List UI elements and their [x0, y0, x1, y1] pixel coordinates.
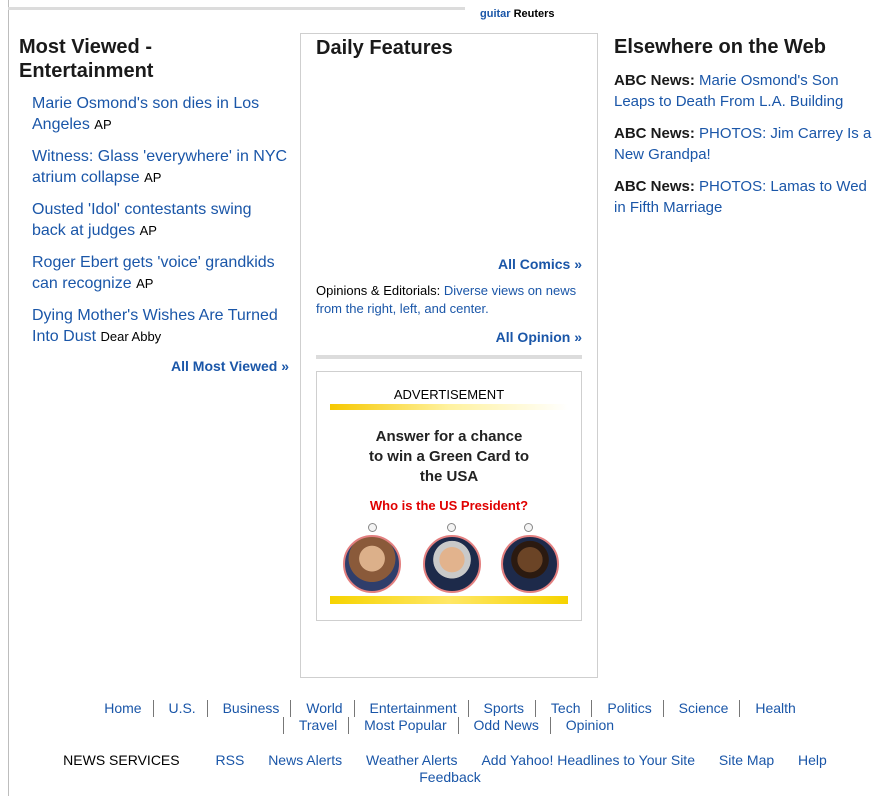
service-link-help[interactable]: Help [798, 752, 827, 768]
divider [662, 700, 664, 717]
footer-link-world[interactable]: World [299, 700, 349, 716]
divider [282, 717, 284, 734]
divider [467, 700, 469, 717]
footer-link-tech[interactable]: Tech [544, 700, 588, 716]
news-services: NEWS SERVICES RSS News Alerts Weather Al… [20, 752, 880, 786]
footer-nav: Home U.S. Business World Entertainment S… [20, 700, 880, 734]
ad-bottom-bar [330, 596, 568, 604]
section-divider [316, 355, 582, 359]
ad-radio-option-3[interactable] [524, 523, 533, 532]
divider [457, 717, 459, 734]
top-reference: guitar Reuters [480, 8, 555, 20]
all-opinion-link[interactable]: All Opinion » [496, 329, 582, 345]
service-link-news-alerts[interactable]: News Alerts [268, 752, 342, 768]
most-viewed-list: Marie Osmond's son dies in Los Angeles A… [32, 93, 289, 347]
service-link-site-map[interactable]: Site Map [719, 752, 774, 768]
service-link-feedback[interactable]: Feedback [419, 769, 480, 785]
ad-radio-option-2[interactable] [447, 523, 456, 532]
list-item: Marie Osmond's son dies in Los Angeles A… [32, 93, 289, 135]
footer-link-sports[interactable]: Sports [477, 700, 531, 716]
daily-features-title: Daily Features [316, 37, 453, 59]
list-item: Dying Mother's Wishes Are Turned Into Du… [32, 305, 289, 347]
all-most-viewed-link[interactable]: All Most Viewed » [171, 358, 289, 374]
footer-link-travel[interactable]: Travel [292, 717, 344, 733]
story-source: AP [139, 223, 157, 238]
opinion-blurb: Opinions & Editorials: Diverse views on … [316, 282, 582, 318]
story-link[interactable]: Marie Osmond's son dies in Los Angeles [32, 95, 259, 133]
ew-source: ABC News: [614, 72, 695, 89]
list-item: ABC News: PHOTOS: Lamas to Wed in Fifth … [614, 176, 880, 218]
divider [739, 700, 741, 717]
elsewhere-title: Elsewhere on the Web [614, 36, 826, 58]
advertisement-box[interactable]: ADVERTISEMENT Answer for a chance to win… [316, 371, 582, 621]
divider [290, 700, 292, 717]
ad-photo-1[interactable] [343, 535, 401, 593]
most-viewed-section: Most Viewed - Entertainment Marie Osmond… [19, 35, 289, 374]
list-item: Roger Ebert gets 'voice' grandkids can r… [32, 252, 289, 294]
divider [549, 717, 551, 734]
ad-top-bar [330, 404, 568, 410]
daily-features-section: Daily Features All Comics » Opinions & E… [300, 33, 598, 678]
story-source: AP [144, 170, 162, 185]
top-link[interactable]: guitar [480, 8, 511, 20]
list-item: ABC News: Marie Osmond's Son Leaps to De… [614, 70, 880, 112]
top-source: Reuters [513, 8, 555, 20]
top-divider [8, 7, 465, 10]
story-source: AP [136, 276, 154, 291]
footer-link-entertainment[interactable]: Entertainment [362, 700, 463, 716]
ad-photo-3[interactable] [501, 535, 559, 593]
list-item: Witness: Glass 'everywhere' in NYC atriu… [32, 146, 289, 188]
footer-link-health[interactable]: Health [748, 700, 802, 716]
service-link-weather-alerts[interactable]: Weather Alerts [366, 752, 458, 768]
divider [348, 717, 350, 734]
divider [535, 700, 537, 717]
ew-source: ABC News: [614, 125, 695, 142]
list-item: Ousted 'Idol' contestants swing back at … [32, 199, 289, 241]
ad-question: Who is the US President? [369, 498, 529, 513]
list-item: ABC News: PHOTOS: Jim Carrey Is a New Gr… [614, 123, 880, 165]
footer-link-home[interactable]: Home [97, 700, 148, 716]
footer-link-science[interactable]: Science [672, 700, 736, 716]
footer-link-most-popular[interactable]: Most Popular [357, 717, 453, 733]
divider [152, 700, 154, 717]
news-services-heading: NEWS SERVICES [63, 752, 180, 768]
divider [591, 700, 593, 717]
opinion-label: Opinions & Editorials: [316, 283, 441, 298]
ad-headline: Answer for a chance to win a Green Card … [368, 428, 530, 485]
left-border-line [8, 0, 9, 796]
ad-radio-option-1[interactable] [368, 523, 377, 532]
footer-link-odd-news[interactable]: Odd News [467, 717, 546, 733]
footer-link-us[interactable]: U.S. [161, 700, 202, 716]
divider [353, 700, 355, 717]
ad-label: ADVERTISEMENT [393, 387, 505, 402]
footer-link-opinion[interactable]: Opinion [559, 717, 621, 733]
footer-link-business[interactable]: Business [216, 700, 287, 716]
ad-radio-group [317, 521, 581, 533]
most-viewed-title: Most Viewed - Entertainment [19, 36, 154, 82]
all-comics-link[interactable]: All Comics » [498, 256, 582, 272]
service-link-rss[interactable]: RSS [216, 752, 245, 768]
divider [206, 700, 208, 717]
ad-photo-2[interactable] [423, 535, 481, 593]
ad-photo-row [317, 535, 581, 597]
story-source: AP [94, 117, 112, 132]
service-link-add-headlines[interactable]: Add Yahoo! Headlines to Your Site [481, 752, 695, 768]
footer-link-politics[interactable]: Politics [600, 700, 658, 716]
comics-area [316, 60, 582, 256]
ew-source: ABC News: [614, 178, 695, 195]
elsewhere-section: Elsewhere on the Web ABC News: Marie Osm… [614, 35, 880, 218]
story-source: Dear Abby [100, 329, 162, 344]
